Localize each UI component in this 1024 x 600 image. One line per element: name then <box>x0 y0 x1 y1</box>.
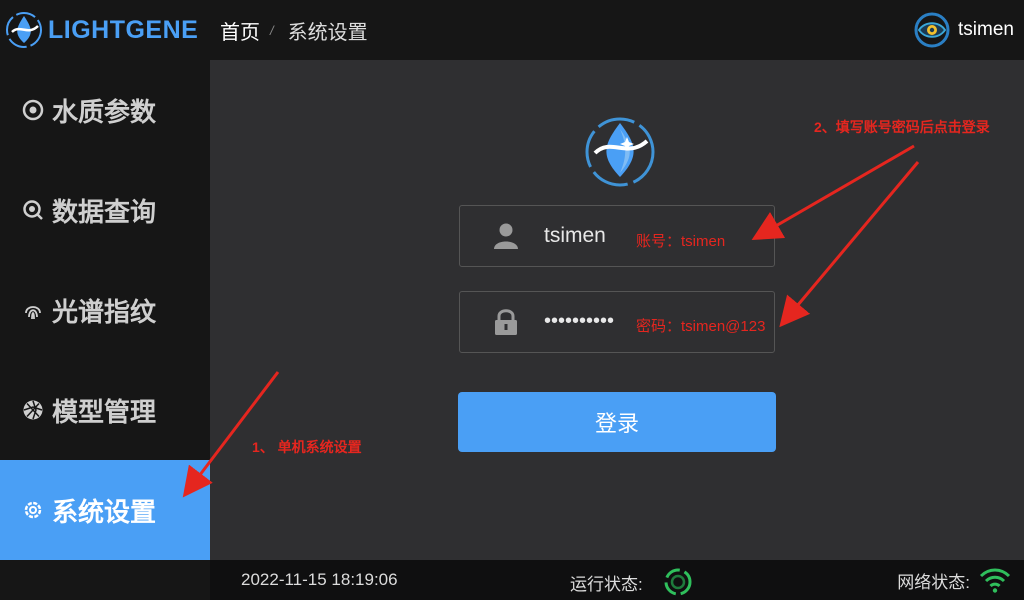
sidebar-item-label: 水质参数 <box>52 96 157 127</box>
current-datetime: 2022-11-15 18:19:06 <box>241 570 398 589</box>
sidebar-item-spectral-fingerprint[interactable]: 光谱指纹 <box>0 260 210 360</box>
login-button[interactable]: 登录 <box>458 392 776 452</box>
username-input-value[interactable]: tsimen <box>544 224 606 248</box>
breadcrumb-separator: / <box>270 22 274 38</box>
user-menu[interactable]: tsimen <box>914 0 1014 60</box>
wifi-icon <box>979 568 1011 593</box>
network-status: 网络状态: <box>897 566 1012 594</box>
brand-name: LIGHTGENE <box>48 15 199 44</box>
brand-logo: LIGHTGENE <box>0 0 210 60</box>
fingerprint-icon <box>22 299 44 321</box>
running-indicator-icon <box>664 568 692 596</box>
user-icon <box>494 223 518 249</box>
magnifier-icon <box>22 199 44 221</box>
user-name: tsimen <box>958 19 1014 40</box>
annotation-step-2: 2、填写账号密码后点击登录 <box>814 119 990 135</box>
annotation-step-1: 1、 单机系统设置 <box>252 439 362 455</box>
water-drop-logo-icon <box>6 12 42 48</box>
run-status: 运行状态: <box>570 567 693 597</box>
sidebar-item-label: 系统设置 <box>52 496 157 527</box>
breadcrumb: 首页 / 系统设置 <box>210 16 368 45</box>
gear-icon <box>22 499 44 521</box>
password-hint: 密码：tsimen@123 <box>636 318 766 335</box>
sidebar-item-label: 模型管理 <box>52 396 157 427</box>
sidebar-item-data-query[interactable]: 数据查询 <box>0 160 210 260</box>
network-status-label: 网络状态: <box>897 572 970 592</box>
shutter-icon <box>22 399 44 421</box>
breadcrumb-current: 系统设置 <box>287 21 368 44</box>
run-status-label: 运行状态: <box>570 574 643 594</box>
breadcrumb-home-link[interactable]: 首页 <box>220 16 260 45</box>
eye-logo-icon <box>914 12 950 48</box>
water-drop-logo-icon <box>585 117 655 187</box>
password-field[interactable]: •••••••••• 密码：tsimen@123 <box>459 291 775 353</box>
status-bar: 2022-11-15 18:19:06 运行状态: 网络状态: <box>210 560 1024 600</box>
username-hint: 账号：tsimen <box>636 233 726 250</box>
sidebar-item-label: 光谱指纹 <box>52 296 157 327</box>
sidebar: LIGHTGENE 水质参数 数据查询 光谱指纹 模型管理 系统设置 <box>0 0 210 600</box>
sidebar-item-system-settings[interactable]: 系统设置 <box>0 460 210 560</box>
top-header: 首页 / 系统设置 tsimen <box>210 0 1024 60</box>
lock-icon <box>495 309 517 335</box>
arrow-to-password <box>779 161 920 328</box>
sidebar-item-model-management[interactable]: 模型管理 <box>0 360 210 460</box>
username-field[interactable]: tsimen 账号：tsimen <box>459 205 775 267</box>
sidebar-item-label: 数据查询 <box>52 196 157 227</box>
sidebar-item-water-quality[interactable]: 水质参数 <box>0 60 210 160</box>
arrow-to-username <box>751 144 915 241</box>
password-input-value[interactable]: •••••••••• <box>544 310 614 333</box>
aperture-icon <box>22 99 44 121</box>
